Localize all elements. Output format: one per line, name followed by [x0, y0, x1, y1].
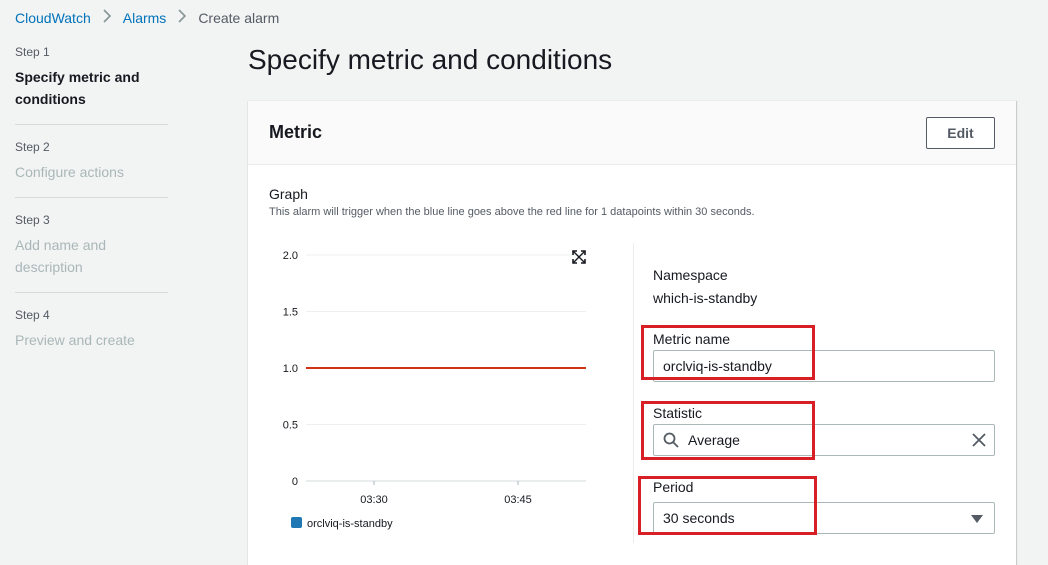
step-number: Step 2	[15, 140, 50, 154]
step-number: Step 3	[15, 213, 50, 227]
metric-panel: Metric Edit Graph This alarm will trigge…	[248, 100, 1016, 565]
metric-chart: 2.0 1.5 1.0 0.5 0 03:30 03:45 orclviq-is-standb…	[283, 250, 586, 530]
highlight-box	[641, 401, 815, 460]
highlight-box	[638, 476, 817, 535]
step-title: Configure actions	[15, 164, 124, 180]
y-tick-label: 2.0	[283, 250, 298, 262]
graph-label: Graph	[269, 186, 308, 202]
highlight-box	[641, 325, 815, 380]
breadcrumb-cloudwatch[interactable]: CloudWatch	[15, 10, 91, 26]
divider	[15, 292, 168, 293]
divider	[15, 124, 168, 125]
page-title: Specify metric and conditions	[248, 44, 613, 75]
wizard-steps: Step 1 Specify metric and conditions Ste…	[15, 44, 168, 363]
step-3: Step 3 Add name and description	[15, 212, 168, 290]
breadcrumb-alarms[interactable]: Alarms	[123, 10, 167, 26]
step-title: Add name and description	[15, 237, 107, 275]
x-tick-label: 03:30	[360, 494, 388, 506]
close-icon[interactable]	[972, 433, 986, 447]
legend-swatch	[291, 517, 302, 528]
y-tick-label: 0	[292, 476, 298, 488]
step-title: Specify metric and conditions	[15, 69, 140, 107]
breadcrumb-current: Create alarm	[198, 9, 280, 26]
step-4: Step 4 Preview and create	[15, 307, 168, 363]
step-2: Step 2 Configure actions	[15, 139, 168, 195]
namespace-value: which-is-standby	[653, 290, 758, 306]
edit-button[interactable]: Edit	[926, 117, 995, 149]
panel-header: Metric Edit	[248, 101, 1016, 165]
step-number: Step 4	[15, 308, 50, 322]
expand-icon[interactable]	[572, 250, 586, 264]
x-tick-label: 03:45	[504, 494, 532, 506]
legend-label: orclviq-is-standby	[307, 518, 393, 530]
graph-description: This alarm will trigger when the blue li…	[269, 206, 755, 218]
chevron-right-icon	[178, 9, 187, 26]
step-1: Step 1 Specify metric and conditions	[15, 44, 168, 122]
divider	[633, 243, 634, 543]
divider	[15, 197, 168, 198]
breadcrumb: CloudWatch Alarms Create alarm	[15, 9, 279, 26]
step-number: Step 1	[15, 45, 50, 59]
caret-down-icon	[971, 515, 983, 523]
step-title: Preview and create	[15, 332, 135, 348]
y-tick-label: 0.5	[283, 420, 298, 432]
y-tick-label: 1.0	[283, 363, 298, 375]
y-tick-label: 1.5	[283, 307, 298, 319]
panel-title: Metric	[269, 122, 323, 142]
namespace-label: Namespace	[653, 267, 728, 283]
chevron-right-icon	[103, 9, 111, 26]
